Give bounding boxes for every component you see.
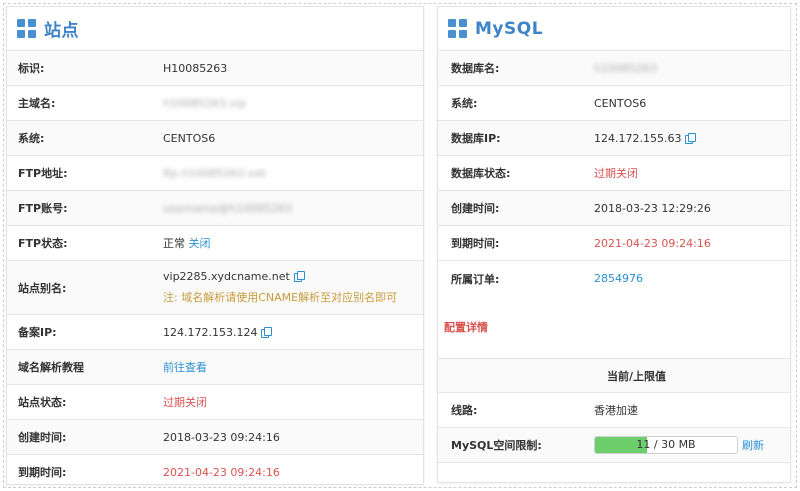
site-row-status: 站点状态: 过期关闭	[7, 385, 423, 420]
site-row-created: 创建时间: 2018-03-23 09:24:16	[7, 420, 423, 455]
db-ip-block: 124.172.155.63	[594, 131, 697, 145]
row-label: 创建时间:	[451, 202, 500, 215]
filing-ip-value: 124.172.153.124	[163, 325, 258, 339]
mysql-os-value: CENTOS6	[594, 96, 647, 110]
row-label: 到期时间:	[18, 466, 67, 479]
mysql-panel-title: MySQL	[475, 18, 544, 39]
row-label: 创建时间:	[18, 431, 67, 444]
current-limit-header: 当前/上限值	[607, 369, 667, 383]
mysql-row-dbname: 数据库名: h10085263	[438, 51, 790, 86]
config-row-space: MySQL空间限制: 11 / 30 MB 刷新	[438, 428, 790, 463]
ftp-status-text: 正常	[163, 237, 185, 250]
dns-tutorial-link[interactable]: 前往查看	[163, 359, 207, 375]
row-label: FTP状态:	[18, 237, 68, 250]
refresh-link[interactable]: 刷新	[742, 437, 764, 453]
ftp-close-link[interactable]: 关闭	[189, 237, 211, 250]
row-label: FTP地址:	[18, 167, 68, 180]
config-table-header: 当前/上限值	[438, 358, 790, 393]
row-label: 数据库IP:	[451, 132, 501, 145]
site-row-filing-ip: 备案IP: 124.172.153.124	[7, 315, 423, 350]
row-label: 备案IP:	[18, 326, 57, 339]
mysql-row-os: 系统: CENTOS6	[438, 86, 790, 121]
row-label: 所属订单:	[451, 272, 500, 286]
row-label: 主域名:	[18, 97, 56, 110]
row-label: 系统:	[451, 97, 478, 110]
space-progress-bar: 11 / 30 MB	[594, 436, 738, 454]
site-row-ftp-address: FTP地址: ftp.h10085263.net	[7, 156, 423, 191]
site-row-os: 系统: CENTOS6	[7, 121, 423, 156]
row-label: 数据库名:	[451, 62, 500, 75]
site-id-value: H10085263	[163, 61, 228, 75]
site-row-ftp-status: FTP状态: 正常 关闭	[7, 226, 423, 261]
mysql-row-created: 创建时间: 2018-03-23 12:29:26	[438, 191, 790, 226]
mysql-info-table: 数据库名: h10085263 系统: CENTOS6 数据库IP: 124.1…	[438, 51, 790, 296]
alias-note: 注: 域名解析请使用CNAME解析至对应别名即可	[163, 291, 398, 304]
row-label: 标识:	[18, 62, 45, 75]
os-value: CENTOS6	[163, 131, 216, 145]
db-ip-value: 124.172.155.63	[594, 131, 682, 145]
row-label: 站点状态:	[18, 396, 67, 409]
site-row-expire: 到期时间: 2021-04-23 09:24:16	[7, 455, 423, 484]
db-expire-value: 2021-04-23 09:24:16	[594, 236, 711, 250]
grid-icon	[17, 19, 36, 38]
copy-icon[interactable]	[261, 326, 273, 338]
row-label: 站点别名:	[18, 281, 67, 295]
grid-icon	[448, 19, 467, 38]
filing-ip-block: 124.172.153.124	[163, 325, 273, 339]
expire-time-value: 2021-04-23 09:24:16	[163, 465, 280, 479]
alias-value-block: vip2285.xydcname.net 注: 域名解析请使用CNAME解析至对…	[163, 270, 397, 305]
config-row-line: 线路: 香港加速	[438, 393, 790, 428]
site-row-ftp-account: FTP账号: username@h10085263	[7, 191, 423, 226]
space-progress-text: 11 / 30 MB	[636, 438, 696, 451]
copy-icon[interactable]	[685, 132, 697, 144]
db-status-value: 过期关闭	[594, 167, 638, 180]
site-row-domain: 主域名: h10085263.vip	[7, 86, 423, 121]
site-row-alias: 站点别名: vip2285.xydcname.net 注: 域名解析请使用CNA…	[7, 261, 423, 315]
site-row-dns-tutorial: 域名解析教程 前往查看	[7, 350, 423, 385]
site-panel: 站点 标识: H10085263 主域名: h10085263.vip 系统: …	[6, 6, 424, 485]
mysql-panel-header: MySQL	[438, 7, 790, 51]
ftp-address-value: ftp.h10085263.net	[163, 166, 266, 180]
mysql-row-status: 数据库状态: 过期关闭	[438, 156, 790, 191]
mysql-row-expire: 到期时间: 2021-04-23 09:24:16	[438, 226, 790, 261]
site-panel-title: 站点	[44, 21, 79, 41]
created-time-value: 2018-03-23 09:24:16	[163, 430, 280, 444]
row-label: 数据库状态:	[451, 167, 511, 180]
site-info-table: 标识: H10085263 主域名: h10085263.vip 系统: CEN…	[7, 51, 423, 484]
row-label: 系统:	[18, 132, 45, 145]
main-domain-value: h10085263.vip	[163, 96, 247, 110]
alias-value: vip2285.xydcname.net	[163, 270, 290, 283]
row-label: FTP账号:	[18, 202, 68, 215]
line-value: 香港加速	[594, 404, 638, 417]
site-status-value: 过期关闭	[163, 396, 207, 409]
site-row-id: 标识: H10085263	[7, 51, 423, 86]
db-created-value: 2018-03-23 12:29:26	[594, 201, 711, 215]
config-detail-title: 配置详情	[444, 321, 488, 334]
row-label: 到期时间:	[451, 237, 500, 250]
row-label: 线路:	[451, 404, 478, 417]
site-panel-header: 站点	[7, 7, 423, 51]
ftp-account-value: username@h10085263	[163, 201, 292, 215]
mysql-panel: MySQL 数据库名: h10085263 系统: CENTOS6 数据库IP:…	[437, 6, 791, 483]
ftp-status-value: 正常 关闭	[163, 235, 211, 251]
copy-icon[interactable]	[293, 271, 305, 282]
row-label: MySQL空间限制:	[451, 439, 542, 452]
row-label: 域名解析教程	[18, 361, 84, 374]
order-link[interactable]: 2854976	[594, 272, 643, 285]
mysql-row-order: 所属订单: 2854976	[438, 261, 790, 296]
db-name-value: h10085263	[594, 61, 657, 75]
mysql-row-ip: 数据库IP: 124.172.155.63	[438, 121, 790, 156]
